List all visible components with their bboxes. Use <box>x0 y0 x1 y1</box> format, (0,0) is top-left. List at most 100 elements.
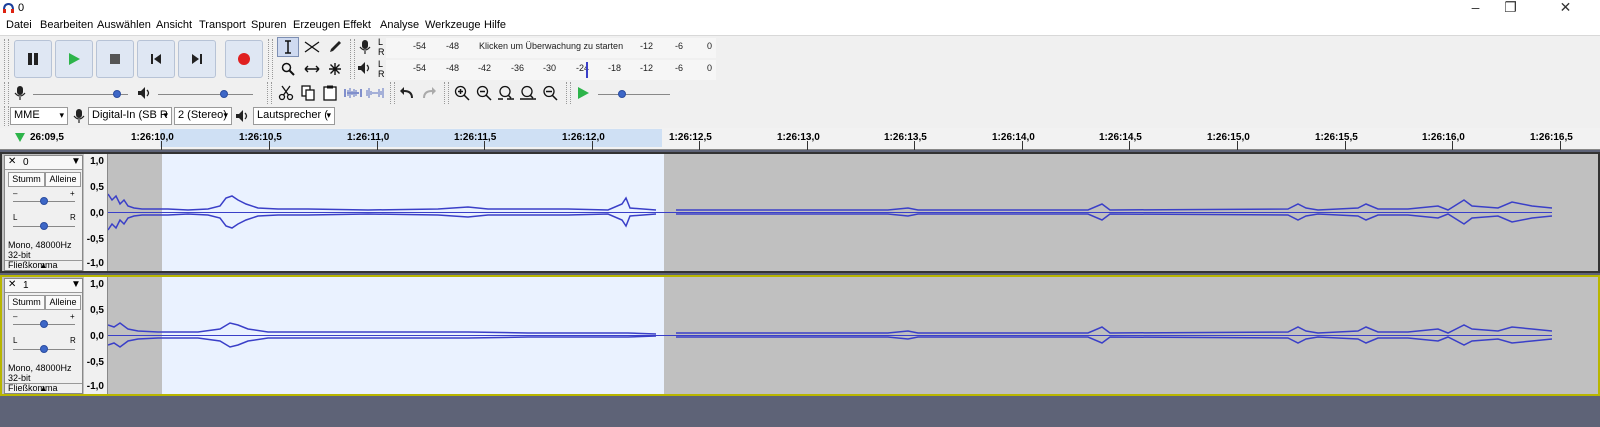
menu-datei[interactable]: Datei <box>6 19 32 31</box>
track-control-panel: ✕ 0 ▼ Stumm Alleine – + L R Mono, 48000H… <box>4 155 83 271</box>
record-meter-mic-button[interactable] <box>358 39 372 58</box>
slider-knob[interactable] <box>40 222 48 230</box>
paste-button[interactable] <box>319 83 341 103</box>
cut-button[interactable] <box>275 83 297 103</box>
play-button[interactable] <box>55 40 93 78</box>
slider-knob[interactable] <box>220 90 228 98</box>
slider-knob[interactable] <box>113 90 121 98</box>
scissors-icon <box>278 85 294 101</box>
close-track-icon[interactable]: ✕ <box>8 156 16 167</box>
slider-knob[interactable] <box>40 197 48 205</box>
waveform-area[interactable] <box>108 154 1552 271</box>
output-device-select[interactable]: Lautsprecher (▾ <box>253 107 335 125</box>
track-name[interactable]: 0 <box>23 157 29 168</box>
toolbar-grip[interactable] <box>444 82 449 104</box>
toolbar-grip[interactable] <box>4 82 9 104</box>
track-1[interactable]: ✕ 1 ▼ Stumm Alleine – + L R Mono, 48000H… <box>0 275 1600 396</box>
slider-knob[interactable] <box>40 320 48 328</box>
recording-volume-slider[interactable] <box>33 86 128 100</box>
gain-slider[interactable] <box>13 319 75 329</box>
chevron-down-icon: ▾ <box>59 110 64 120</box>
record-meter-hint[interactable]: Klicken um Überwachung zu starten <box>479 41 623 51</box>
menu-spuren[interactable]: Spuren <box>251 19 286 31</box>
skip-end-icon <box>192 54 202 64</box>
trim-audio-button[interactable] <box>342 83 364 103</box>
solo-button[interactable]: Alleine <box>45 295 81 310</box>
solo-button[interactable]: Alleine <box>45 172 81 187</box>
toolbar-grip[interactable] <box>267 82 272 104</box>
zoom-tool[interactable] <box>277 59 299 79</box>
menu-bearbeiten[interactable]: Bearbeiten <box>40 19 93 31</box>
vertical-scale[interactable]: 1,0 0,5 0,0 -0,5 -1,0 <box>84 277 108 394</box>
collapse-track-button[interactable]: ▲ <box>5 383 82 394</box>
toolbar-grip[interactable] <box>4 106 9 126</box>
slider-knob[interactable] <box>40 345 48 353</box>
mute-button[interactable]: Stumm <box>8 172 45 187</box>
audio-host-select[interactable]: MME ▾ <box>10 107 68 125</box>
toolbar-grip[interactable] <box>350 39 355 79</box>
copy-icon <box>301 85 315 101</box>
envelope-tool[interactable] <box>301 37 323 57</box>
track-name-bar[interactable]: ✕ 1 ▼ <box>5 279 82 293</box>
maximize-button[interactable]: ❐ <box>1488 0 1533 17</box>
copy-button[interactable] <box>297 83 319 103</box>
silence-audio-button[interactable] <box>364 83 386 103</box>
menu-effekt[interactable]: Effekt <box>343 19 371 31</box>
play-meter-speaker-button[interactable] <box>357 61 373 78</box>
pan-slider[interactable] <box>13 221 75 231</box>
waveform-area[interactable] <box>108 277 1552 394</box>
vertical-scale[interactable]: 1,0 0,5 0,0 -0,5 -1,0 <box>84 154 108 271</box>
chevron-down-icon[interactable]: ▼ <box>71 279 81 290</box>
timeline-ruler[interactable]: 26:09,5 1:26:10,0 1:26:10,5 1:26:11,0 1:… <box>0 128 1600 150</box>
undo-button[interactable] <box>396 83 418 103</box>
slider-knob[interactable] <box>618 90 626 98</box>
input-device-select[interactable]: Digital-In (SB R ▾ <box>88 107 172 125</box>
stop-button[interactable] <box>96 40 134 78</box>
play-at-speed-button[interactable] <box>572 83 594 103</box>
menu-transport[interactable]: Transport <box>199 19 246 31</box>
track-name[interactable]: 1 <box>23 280 29 291</box>
fit-project-button[interactable] <box>517 83 539 103</box>
toolbar-grip[interactable] <box>4 39 9 79</box>
magnifier-icon <box>281 62 295 76</box>
close-button[interactable]: ✕ <box>1543 0 1588 17</box>
menu-werkzeuge[interactable]: Werkzeuge <box>425 19 480 31</box>
pan-slider[interactable] <box>13 344 75 354</box>
playback-volume-slider[interactable] <box>158 86 253 100</box>
time-shift-tool[interactable] <box>301 59 323 79</box>
playback-meter[interactable]: -54 -48 -42 -36 -30 -24 -18 -12 -6 0 <box>386 60 716 80</box>
input-channels-select[interactable]: 2 (Stereo) ▾ <box>174 107 232 125</box>
play-speed-slider[interactable] <box>598 86 670 100</box>
zoom-out-button[interactable] <box>473 83 495 103</box>
record-icon <box>238 53 250 65</box>
menu-auswaehlen[interactable]: Auswählen <box>97 19 151 31</box>
selection-tool[interactable] <box>277 37 299 57</box>
multi-tool[interactable] <box>324 59 346 79</box>
draw-tool[interactable] <box>324 37 346 57</box>
redo-button[interactable] <box>418 83 440 103</box>
gain-slider[interactable] <box>13 196 75 206</box>
record-button[interactable] <box>225 40 263 78</box>
fit-selection-button[interactable] <box>495 83 517 103</box>
mute-button[interactable]: Stumm <box>8 295 45 310</box>
zoom-in-button[interactable] <box>451 83 473 103</box>
track-name-bar[interactable]: ✕ 0 ▼ <box>5 156 82 170</box>
meter-tick: -48 <box>446 41 460 51</box>
toolbar-grip[interactable] <box>390 82 395 104</box>
menu-hilfe[interactable]: Hilfe <box>484 19 506 31</box>
menu-analyse[interactable]: Analyse <box>380 19 419 31</box>
record-meter[interactable]: -54 -48 Klicken um Überwachung zu starte… <box>386 38 716 58</box>
close-track-icon[interactable]: ✕ <box>8 279 16 290</box>
chevron-down-icon[interactable]: ▼ <box>71 156 81 167</box>
toolbar-grip[interactable] <box>566 82 571 104</box>
zoom-toggle-button[interactable] <box>539 83 561 103</box>
track-0[interactable]: ✕ 0 ▼ Stumm Alleine – + L R Mono, 48000H… <box>0 152 1600 273</box>
collapse-track-button[interactable]: ▲ <box>5 260 82 271</box>
pause-button[interactable] <box>14 40 52 78</box>
skip-to-start-button[interactable] <box>137 40 175 78</box>
menu-ansicht[interactable]: Ansicht <box>156 19 192 31</box>
toolbar-grip[interactable] <box>268 39 273 79</box>
skip-to-end-button[interactable] <box>178 40 216 78</box>
menu-erzeugen[interactable]: Erzeugen <box>293 19 340 31</box>
play-head-triangle-icon[interactable] <box>14 132 26 144</box>
